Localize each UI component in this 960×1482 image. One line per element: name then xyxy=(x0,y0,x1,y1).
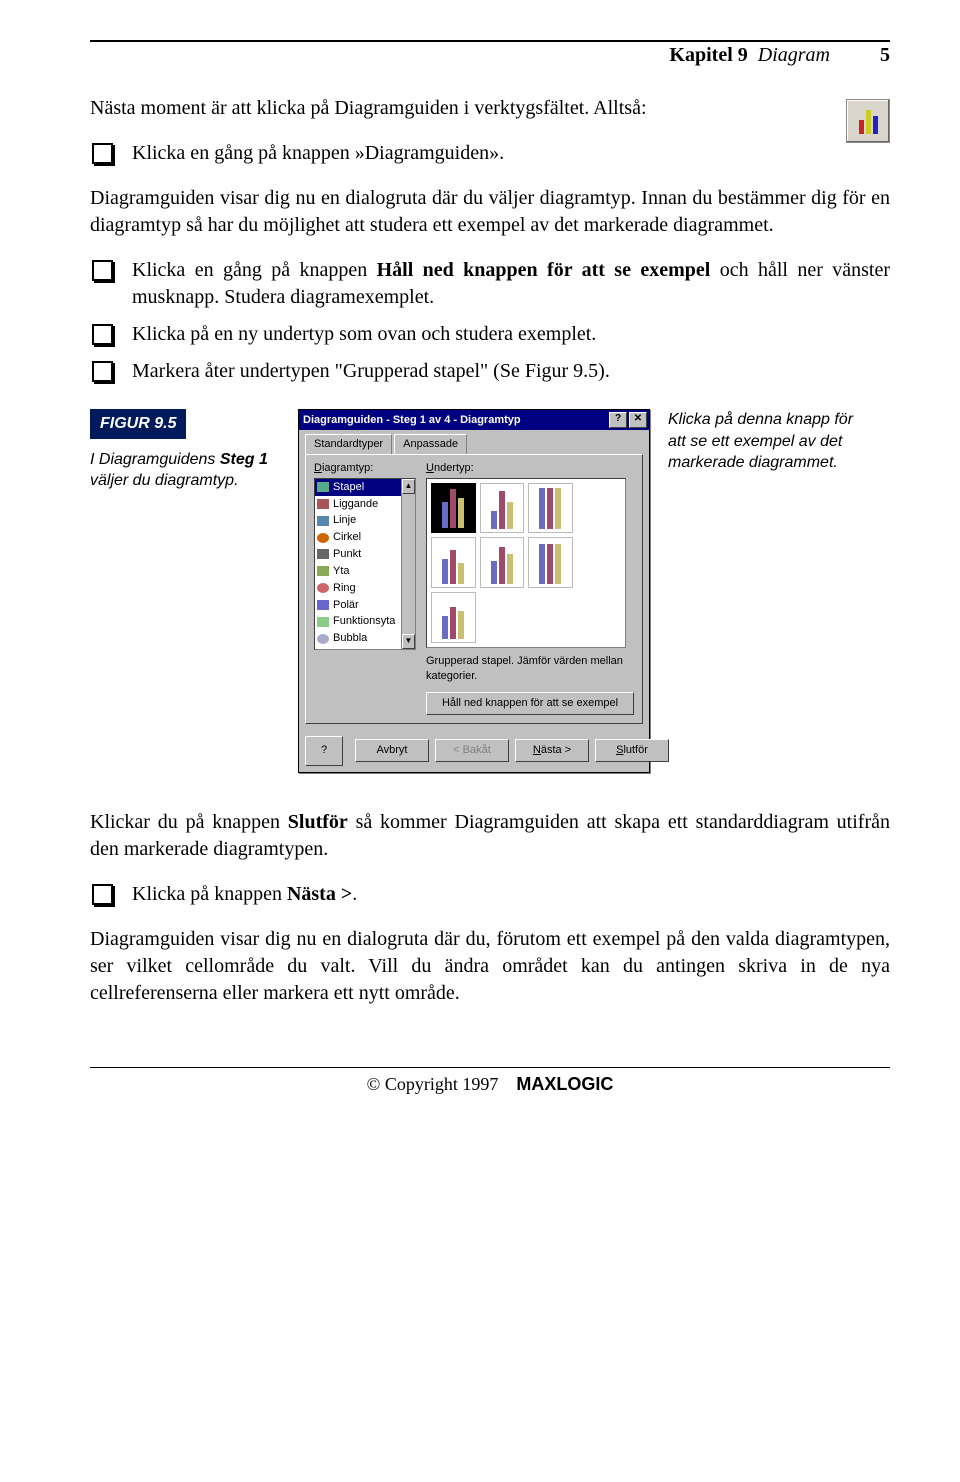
subtype-thumb[interactable] xyxy=(431,592,476,643)
figure-callout: Klicka på denna knapp för att se ett exe… xyxy=(668,409,858,474)
text: Klicka på knappen xyxy=(132,883,287,905)
list-item[interactable]: Stapel xyxy=(315,479,415,496)
checklist-item: Klicka en gång på knappen »Diagramguiden… xyxy=(90,140,890,167)
subtype-thumb[interactable] xyxy=(528,483,573,534)
scrollbar[interactable]: ▲ ▼ xyxy=(401,479,415,649)
paragraph: Diagramguiden visar dig nu en dialogruta… xyxy=(90,185,890,239)
tab-strip: Standardtyper Anpassade xyxy=(299,430,649,454)
list-item[interactable]: Punkt xyxy=(315,546,415,563)
tab-panel: DDiagramtyp:iagramtyp: Stapel Liggande L… xyxy=(305,454,643,724)
funktionsyta-icon xyxy=(317,617,329,627)
list-item[interactable]: Börs xyxy=(315,647,415,650)
back-button[interactable]: < Bakåt xyxy=(435,739,509,762)
question-icon: ? xyxy=(321,743,327,758)
list-item[interactable]: Bubbla xyxy=(315,630,415,647)
list-item[interactable]: Polär xyxy=(315,597,415,614)
checklist-item: Markera åter undertypen "Grupperad stape… xyxy=(90,358,890,385)
close-icon[interactable]: ✕ xyxy=(629,412,647,428)
text: I Diagramguidens xyxy=(90,451,220,468)
subtype-grid[interactable] xyxy=(426,478,626,648)
cirkel-icon xyxy=(317,533,329,543)
figure-block: FIGUR 9.5 I Diagramguidens Steg 1 väljer… xyxy=(90,409,890,773)
paragraph: Klickar du på knappen Slutför så kommer … xyxy=(90,809,890,863)
copyright-text: © Copyright 1997 xyxy=(367,1074,499,1094)
help-icon-button[interactable]: ? xyxy=(305,736,343,766)
linje-icon xyxy=(317,516,329,526)
diagramtyp-label: DDiagramtyp:iagramtyp: xyxy=(314,461,416,476)
list-item[interactable]: Ring xyxy=(315,580,415,597)
page-footer: © Copyright 1997 MAXLOGIC xyxy=(90,1067,890,1095)
stapel-icon xyxy=(317,482,329,492)
scroll-up-icon[interactable]: ▲ xyxy=(402,479,415,494)
titlebar[interactable]: Diagramguiden - Steg 1 av 4 - Diagramtyp… xyxy=(299,410,649,430)
list-item[interactable]: Funktionsyta xyxy=(315,613,415,630)
figure-label: FIGUR 9.5 xyxy=(90,409,186,439)
header-rule xyxy=(90,40,890,42)
bar-chart-icon xyxy=(859,108,878,134)
text-bold: Nästa > xyxy=(287,883,352,905)
checklist-item: Klicka på knappen Nästa >. xyxy=(90,881,890,908)
brand-logo: MAXLOGIC xyxy=(516,1074,613,1094)
subtype-thumb[interactable] xyxy=(528,537,573,588)
page: Kapitel 9 Diagram 5 Nästa moment är att … xyxy=(0,0,960,1125)
next-button[interactable]: Nästa >Nästa > xyxy=(515,739,589,762)
footer-rule xyxy=(90,1067,890,1068)
subtype-thumb[interactable] xyxy=(480,537,525,588)
paragraph: Diagramguiden visar dig nu en dialogruta… xyxy=(90,926,890,1007)
liggande-icon xyxy=(317,499,329,509)
chart-wizard-dialog: Diagramguiden - Steg 1 av 4 - Diagramtyp… xyxy=(298,409,650,773)
hold-sample-button[interactable]: Håll ned knappen för att se exempel xyxy=(426,692,634,715)
text: . xyxy=(352,883,357,905)
text: väljer du diagramtyp. xyxy=(90,472,239,489)
yta-icon xyxy=(317,566,329,576)
dialog-button-row: ? Avbryt < Bakåt Nästa >Nästa > SlutförS… xyxy=(299,730,649,772)
list-item[interactable]: Yta xyxy=(315,563,415,580)
tab-standard[interactable]: Standardtyper xyxy=(305,434,392,454)
checklist-item: Klicka på en ny undertyp som ovan och st… xyxy=(90,321,890,348)
finish-button[interactable]: SlutförSlutför xyxy=(595,739,669,762)
figure-caption: I Diagramguidens Steg 1 väljer du diagra… xyxy=(90,449,280,492)
punkt-icon xyxy=(317,549,329,559)
chart-type-listbox[interactable]: Stapel Liggande Linje Cirkel Punkt Yta R… xyxy=(314,478,416,650)
bubbla-icon xyxy=(317,634,329,644)
list-item[interactable]: Liggande xyxy=(315,496,415,513)
undertyp-label: Undertyp:Undertyp: xyxy=(426,461,634,476)
text-bold: Håll ned knappen för att se exempel xyxy=(377,259,711,281)
subtype-description: Grupperad stapel. Jämför värden mellan k… xyxy=(426,654,634,684)
checklist-item: Klicka en gång på knappen Håll ned knapp… xyxy=(90,257,890,311)
subtype-thumb[interactable] xyxy=(431,537,476,588)
text-bold: Slutför xyxy=(288,811,348,833)
list-item[interactable]: Cirkel xyxy=(315,529,415,546)
chapter-title: Diagram xyxy=(758,44,830,67)
text: Klickar du på knappen xyxy=(90,811,288,833)
titlebar-text: Diagramguiden - Steg 1 av 4 - Diagramtyp xyxy=(303,413,607,428)
ring-icon xyxy=(317,583,329,593)
intro-paragraph: Nästa moment är att klicka på Diagramgui… xyxy=(90,95,890,122)
text-bold: Steg 1 xyxy=(220,451,268,468)
chapter-label: Kapitel 9 xyxy=(669,44,747,67)
text: Klicka en gång på knappen xyxy=(132,259,377,281)
list-item[interactable]: Linje xyxy=(315,512,415,529)
subtype-thumb-selected[interactable] xyxy=(431,483,476,534)
scroll-down-icon[interactable]: ▼ xyxy=(402,634,415,649)
tab-custom[interactable]: Anpassade xyxy=(394,434,467,454)
page-header: Kapitel 9 Diagram 5 xyxy=(90,44,890,77)
help-button[interactable]: ? xyxy=(609,412,627,428)
chart-wizard-icon xyxy=(846,99,890,143)
page-number: 5 xyxy=(880,44,890,67)
subtype-thumb[interactable] xyxy=(480,483,525,534)
polar-icon xyxy=(317,600,329,610)
cancel-button[interactable]: Avbryt xyxy=(355,739,429,762)
